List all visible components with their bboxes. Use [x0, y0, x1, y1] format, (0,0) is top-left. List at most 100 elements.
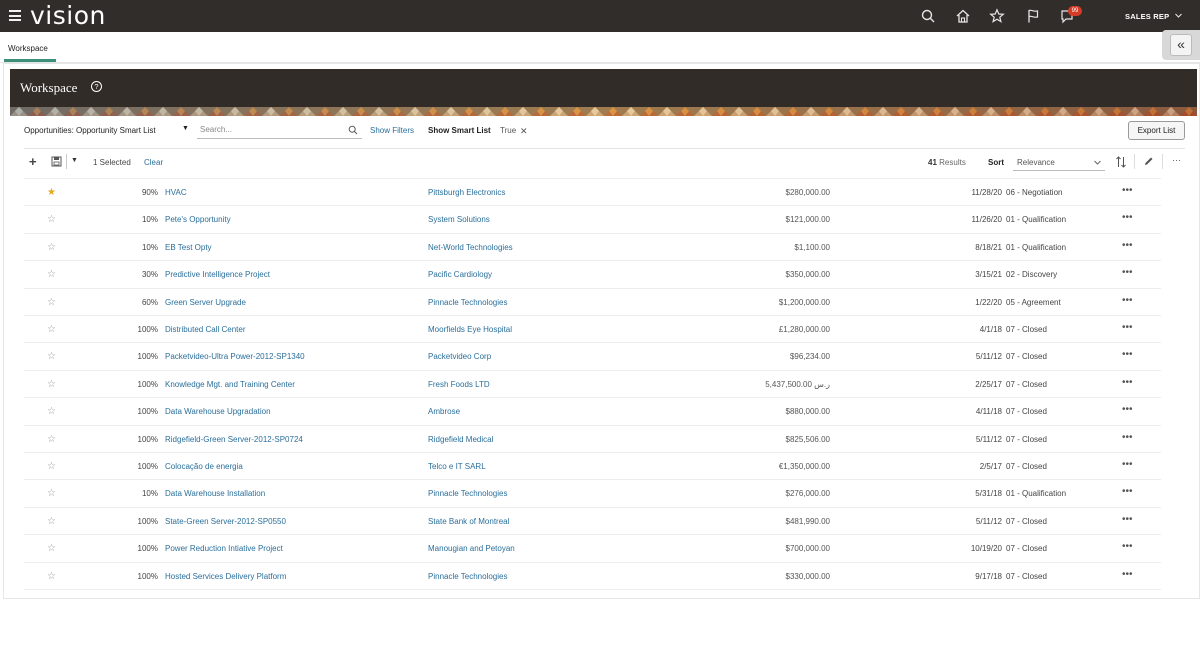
clear-selection-link[interactable]: Clear — [144, 158, 163, 167]
row-actions-icon[interactable]: ••• — [1122, 240, 1133, 251]
row-actions-icon[interactable]: ••• — [1122, 432, 1133, 443]
favorite-star-icon[interactable]: ☆ — [47, 406, 56, 417]
row-actions-icon[interactable]: ••• — [1122, 404, 1133, 415]
table-row[interactable]: ☆ 100% Hosted Services Delivery Platform Pi… — [24, 561, 1161, 590]
favorite-star-icon[interactable]: ☆ — [47, 269, 56, 280]
table-row[interactable]: ☆ 60% Green Server Upgrade Pinnacle Technol… — [24, 287, 1161, 316]
row-actions-icon[interactable]: ••• — [1122, 267, 1133, 278]
account-name-link[interactable]: Pacific Cardiology — [428, 270, 492, 279]
favorite-star-icon[interactable]: ☆ — [47, 242, 56, 253]
opportunity-name-link[interactable]: Packetvideo-Ultra Power-2012-SP1340 — [165, 352, 305, 361]
favorites-star-icon[interactable] — [989, 8, 1005, 24]
opportunity-name-link[interactable]: HVAC — [165, 188, 187, 197]
opportunity-name-link[interactable]: Power Reduction Intiative Project — [165, 544, 283, 553]
add-icon[interactable]: + — [29, 154, 37, 169]
table-row[interactable]: ☆ 30% Predictive Intelligence Project Pacif… — [24, 260, 1161, 288]
row-actions-icon[interactable]: ••• — [1122, 349, 1133, 360]
opportunity-name-link[interactable]: Data Warehouse Installation — [165, 489, 265, 498]
table-row[interactable]: ☆ 100% Ridgefield-Green Server-2012-SP0724… — [24, 424, 1161, 453]
opportunity-name-link[interactable]: Green Server Upgrade — [165, 298, 246, 307]
opportunity-name-link[interactable]: EB Test Opty — [165, 243, 212, 252]
table-row[interactable]: ☆ 10% Data Warehouse Installation Pinnacle … — [24, 479, 1161, 507]
account-name-link[interactable]: System Solutions — [428, 215, 490, 224]
table-row[interactable]: ☆ 100% Distributed Call Center Moorfields E… — [24, 315, 1161, 343]
account-name-link[interactable]: Pittsburgh Electronics — [428, 188, 505, 197]
table-row[interactable]: ☆ 100% Knowledge Mgt. and Training Center F… — [24, 369, 1161, 398]
opportunity-name-link[interactable]: Distributed Call Center — [165, 325, 245, 334]
favorite-star-icon[interactable]: ★ — [47, 187, 56, 198]
account-name-link[interactable]: Ridgefield Medical — [428, 435, 493, 444]
account-name-link[interactable]: Pinnacle Technologies — [428, 298, 507, 307]
row-actions-icon[interactable]: ••• — [1122, 212, 1133, 223]
favorite-star-icon[interactable]: ☆ — [47, 214, 56, 225]
account-name-link[interactable]: Manougian and Petoyan — [428, 544, 515, 553]
help-icon[interactable]: ? — [91, 81, 102, 92]
collapse-panel-button[interactable]: « — [1162, 30, 1200, 60]
search-icon[interactable] — [920, 8, 936, 24]
favorite-star-icon[interactable]: ☆ — [47, 543, 56, 554]
caret-down-icon[interactable]: ▼ — [71, 157, 78, 164]
table-row[interactable]: ★ 90% HVAC Pittsburgh Electronics $280,000.0… — [24, 178, 1161, 206]
export-list-button[interactable]: Export List — [1128, 121, 1185, 140]
notification-badge[interactable]: 99 — [1068, 6, 1082, 16]
table-row[interactable]: ☆ 100% Colocação de energia Telco e IT SARL… — [24, 452, 1161, 480]
smart-list-selector[interactable]: Opportunities: Opportunity Smart List — [24, 126, 156, 135]
table-row[interactable]: ☆ 100% Power Reduction Intiative Project Ma… — [24, 534, 1161, 562]
row-actions-icon[interactable]: ••• — [1122, 185, 1133, 196]
opportunity-name-link[interactable]: Pete's Opportunity — [165, 215, 231, 224]
edit-pencil-icon[interactable] — [1143, 156, 1154, 167]
table-row[interactable]: ☆ 10% EB Test Opty Net-World Technologies $1… — [24, 232, 1161, 261]
search-input[interactable] — [200, 125, 340, 134]
favorite-star-icon[interactable]: ☆ — [47, 379, 56, 390]
row-actions-icon[interactable]: ••• — [1122, 459, 1133, 470]
row-actions-icon[interactable]: ••• — [1122, 541, 1133, 552]
row-actions-icon[interactable]: ••• — [1122, 322, 1133, 333]
save-icon[interactable] — [51, 156, 62, 167]
table-row[interactable]: ☆ 100% State-Green Server-2012-SP0550 State… — [24, 506, 1161, 535]
more-actions-icon[interactable]: ··· — [1172, 155, 1181, 165]
favorite-star-icon[interactable]: ☆ — [47, 351, 56, 362]
search-field[interactable] — [197, 121, 362, 139]
brand-logo[interactable]: vision — [30, 1, 106, 30]
favorite-star-icon[interactable]: ☆ — [47, 461, 56, 472]
opportunity-name-link[interactable]: Data Warehouse Upgradation — [165, 407, 271, 416]
flag-icon[interactable] — [1025, 8, 1041, 24]
favorite-star-icon[interactable]: ☆ — [47, 571, 56, 582]
account-name-link[interactable]: Pinnacle Technologies — [428, 572, 507, 581]
favorite-star-icon[interactable]: ☆ — [47, 516, 56, 527]
row-actions-icon[interactable]: ••• — [1122, 295, 1133, 306]
home-icon[interactable] — [955, 8, 971, 24]
table-row[interactable]: ☆ 100% Data Warehouse Upgradation Ambrose $8… — [24, 397, 1161, 425]
account-name-link[interactable]: Packetvideo Corp — [428, 352, 491, 361]
chevron-down-icon[interactable] — [1174, 11, 1183, 20]
sort-order-icon[interactable] — [1115, 156, 1127, 168]
account-name-link[interactable]: Telco e IT SARL — [428, 462, 486, 471]
opportunity-name-link[interactable]: Predictive Intelligence Project — [165, 270, 270, 279]
table-row[interactable]: ☆ 10% Pete's Opportunity System Solutions $1… — [24, 205, 1161, 233]
opportunity-name-link[interactable]: Hosted Services Delivery Platform — [165, 572, 286, 581]
row-actions-icon[interactable]: ••• — [1122, 569, 1133, 580]
menu-icon[interactable] — [9, 10, 21, 21]
sort-select[interactable]: Relevance — [1013, 154, 1105, 171]
opportunity-name-link[interactable]: Ridgefield-Green Server-2012-SP0724 — [165, 435, 303, 444]
favorite-star-icon[interactable]: ☆ — [47, 434, 56, 445]
account-name-link[interactable]: State Bank of Montreal — [428, 517, 509, 526]
show-filters-link[interactable]: Show Filters — [370, 126, 414, 135]
table-row[interactable]: ☆ 100% Packetvideo-Ultra Power-2012-SP1340… — [24, 342, 1161, 370]
opportunity-name-link[interactable]: State-Green Server-2012-SP0550 — [165, 517, 286, 526]
remove-filter-icon[interactable]: ✕ — [520, 126, 528, 137]
row-actions-icon[interactable]: ••• — [1122, 377, 1133, 388]
favorite-star-icon[interactable]: ☆ — [47, 488, 56, 499]
account-name-link[interactable]: Fresh Foods LTD — [428, 380, 490, 389]
account-name-link[interactable]: Ambrose — [428, 407, 460, 416]
user-role-menu[interactable]: SALES REP — [1125, 12, 1169, 21]
account-name-link[interactable]: Pinnacle Technologies — [428, 489, 507, 498]
opportunity-name-link[interactable]: Knowledge Mgt. and Training Center — [165, 380, 295, 389]
tab-workspace[interactable]: Workspace — [8, 44, 48, 53]
favorite-star-icon[interactable]: ☆ — [47, 297, 56, 308]
search-icon[interactable] — [348, 125, 358, 135]
caret-down-icon[interactable]: ▼ — [182, 125, 189, 132]
row-actions-icon[interactable]: ••• — [1122, 486, 1133, 497]
account-name-link[interactable]: Net-World Technologies — [428, 243, 513, 252]
favorite-star-icon[interactable]: ☆ — [47, 324, 56, 335]
